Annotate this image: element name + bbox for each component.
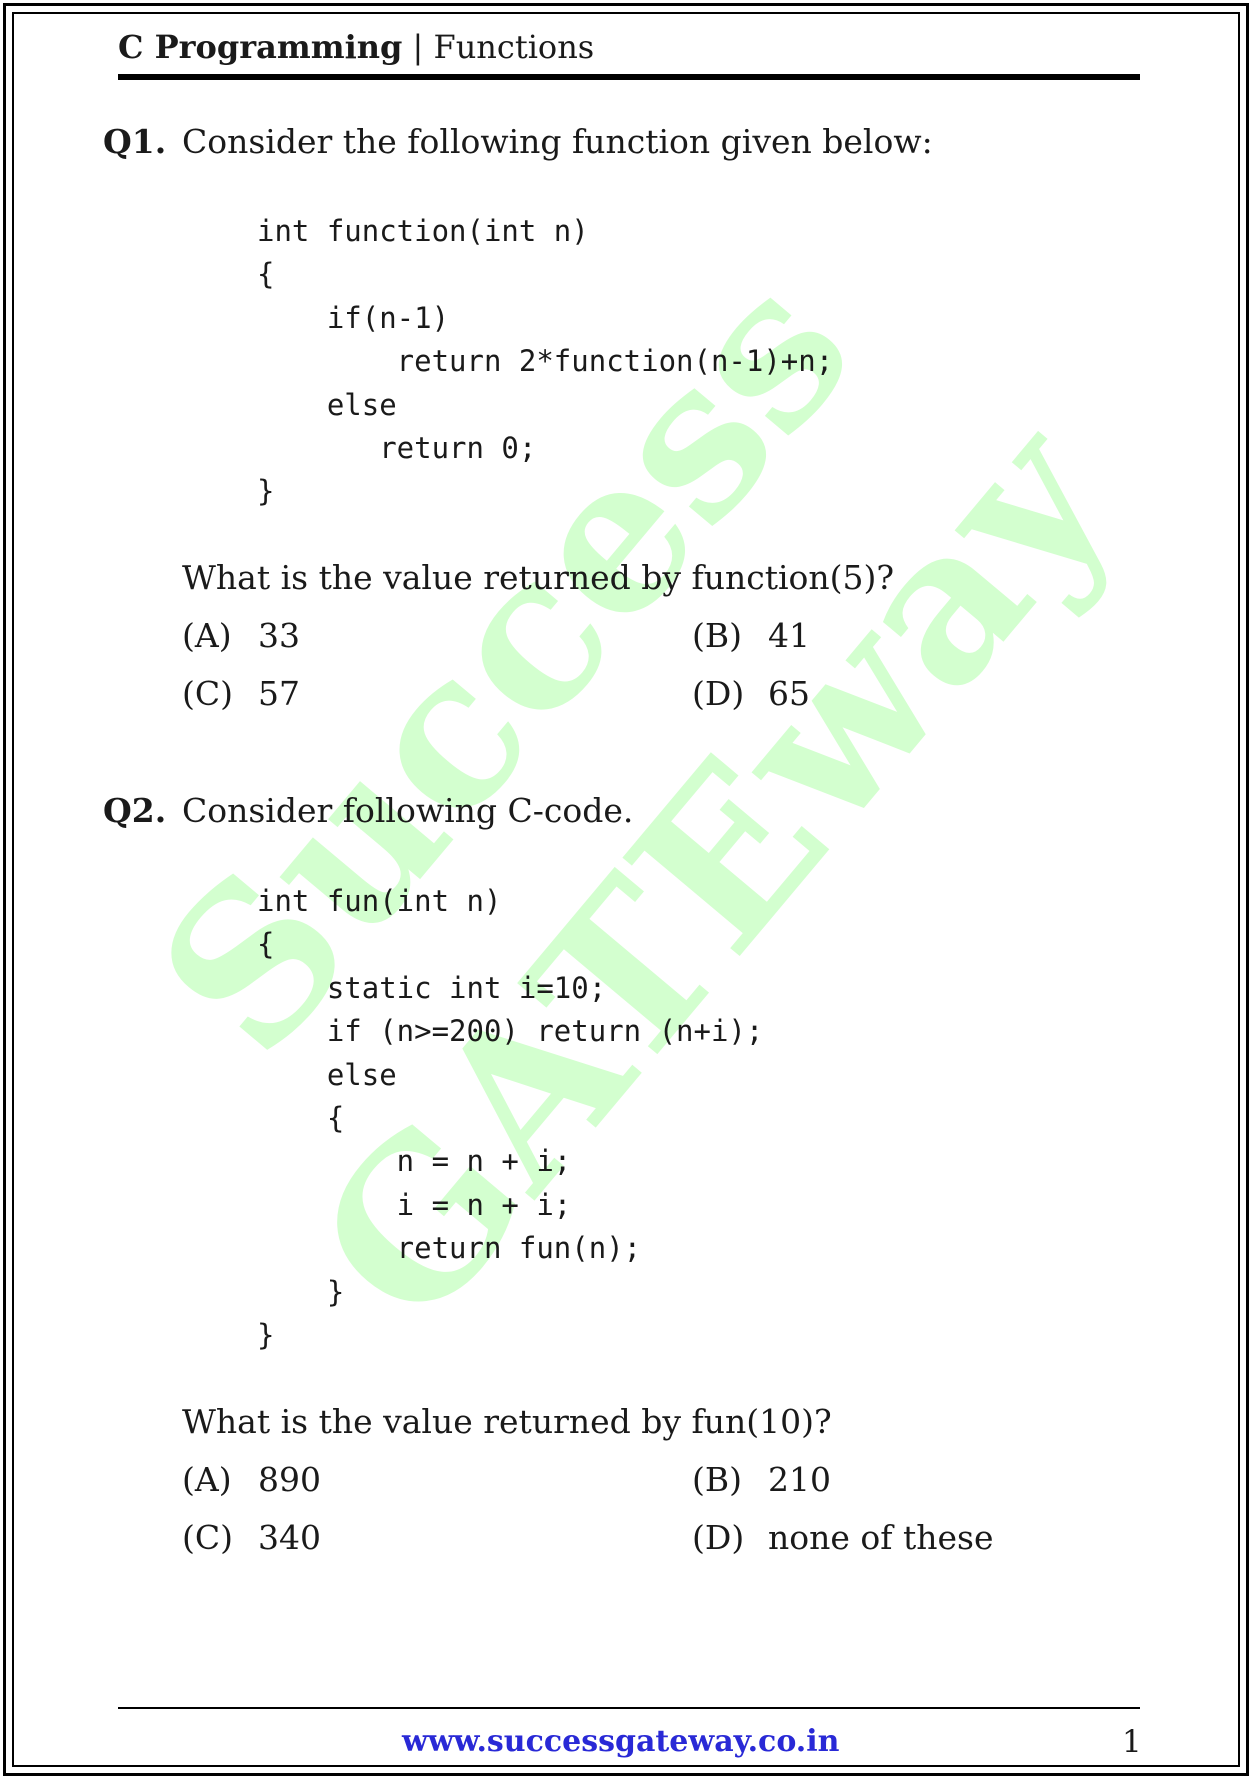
option-text: 41 — [768, 616, 810, 655]
option-text: 210 — [768, 1460, 831, 1499]
header-rule — [118, 74, 1140, 80]
option-label: (C) — [182, 1518, 233, 1557]
question-2-code: int fun(int n) { static int i=10; if (n>… — [257, 884, 764, 1353]
option-label: (A) — [182, 1460, 232, 1499]
question-1-option-d[interactable]: (D) 65 — [692, 674, 810, 713]
question-2-option-b[interactable]: (B) 210 — [692, 1460, 831, 1499]
option-label: (B) — [692, 616, 742, 655]
option-label: (A) — [182, 616, 232, 655]
question-2-option-d[interactable]: (D) none of these — [692, 1518, 993, 1557]
option-text: 340 — [258, 1518, 321, 1557]
option-text: 57 — [258, 674, 300, 713]
question-1-code: int function(int n) { if(n-1) return 2*f… — [257, 214, 834, 509]
option-label: (D) — [692, 674, 745, 713]
question-2-text: What is the value returned by fun(10)? — [182, 1402, 832, 1441]
header-separator: | — [412, 28, 424, 66]
question-2-prompt: Consider following C-code. — [182, 791, 634, 830]
question-1-number: Q1. — [103, 122, 167, 161]
option-text: 890 — [258, 1460, 321, 1499]
header-topic: Functions — [433, 28, 595, 66]
footer-website-link[interactable]: www.successgateway.co.in — [402, 1724, 839, 1759]
question-1-text: What is the value returned by function(5… — [182, 558, 895, 597]
question-2-option-a[interactable]: (A) 890 — [182, 1460, 321, 1499]
option-label: (C) — [182, 674, 233, 713]
option-text: 33 — [258, 616, 300, 655]
option-label: (D) — [692, 1518, 745, 1557]
page-number: 1 — [1122, 1724, 1142, 1760]
header-subject: C Programming — [118, 28, 403, 66]
option-label: (B) — [692, 1460, 742, 1499]
option-text: none of these — [768, 1518, 994, 1557]
question-2-number: Q2. — [103, 791, 167, 830]
question-1-option-c[interactable]: (C) 57 — [182, 674, 300, 713]
question-2-option-c[interactable]: (C) 340 — [182, 1518, 321, 1557]
question-1-option-a[interactable]: (A) 33 — [182, 616, 300, 655]
option-text: 65 — [768, 674, 810, 713]
footer-rule — [118, 1707, 1140, 1709]
page-header: C Programming | Functions — [118, 28, 594, 66]
question-1-prompt: Consider the following function given be… — [182, 122, 933, 161]
question-1-option-b[interactable]: (B) 41 — [692, 616, 810, 655]
